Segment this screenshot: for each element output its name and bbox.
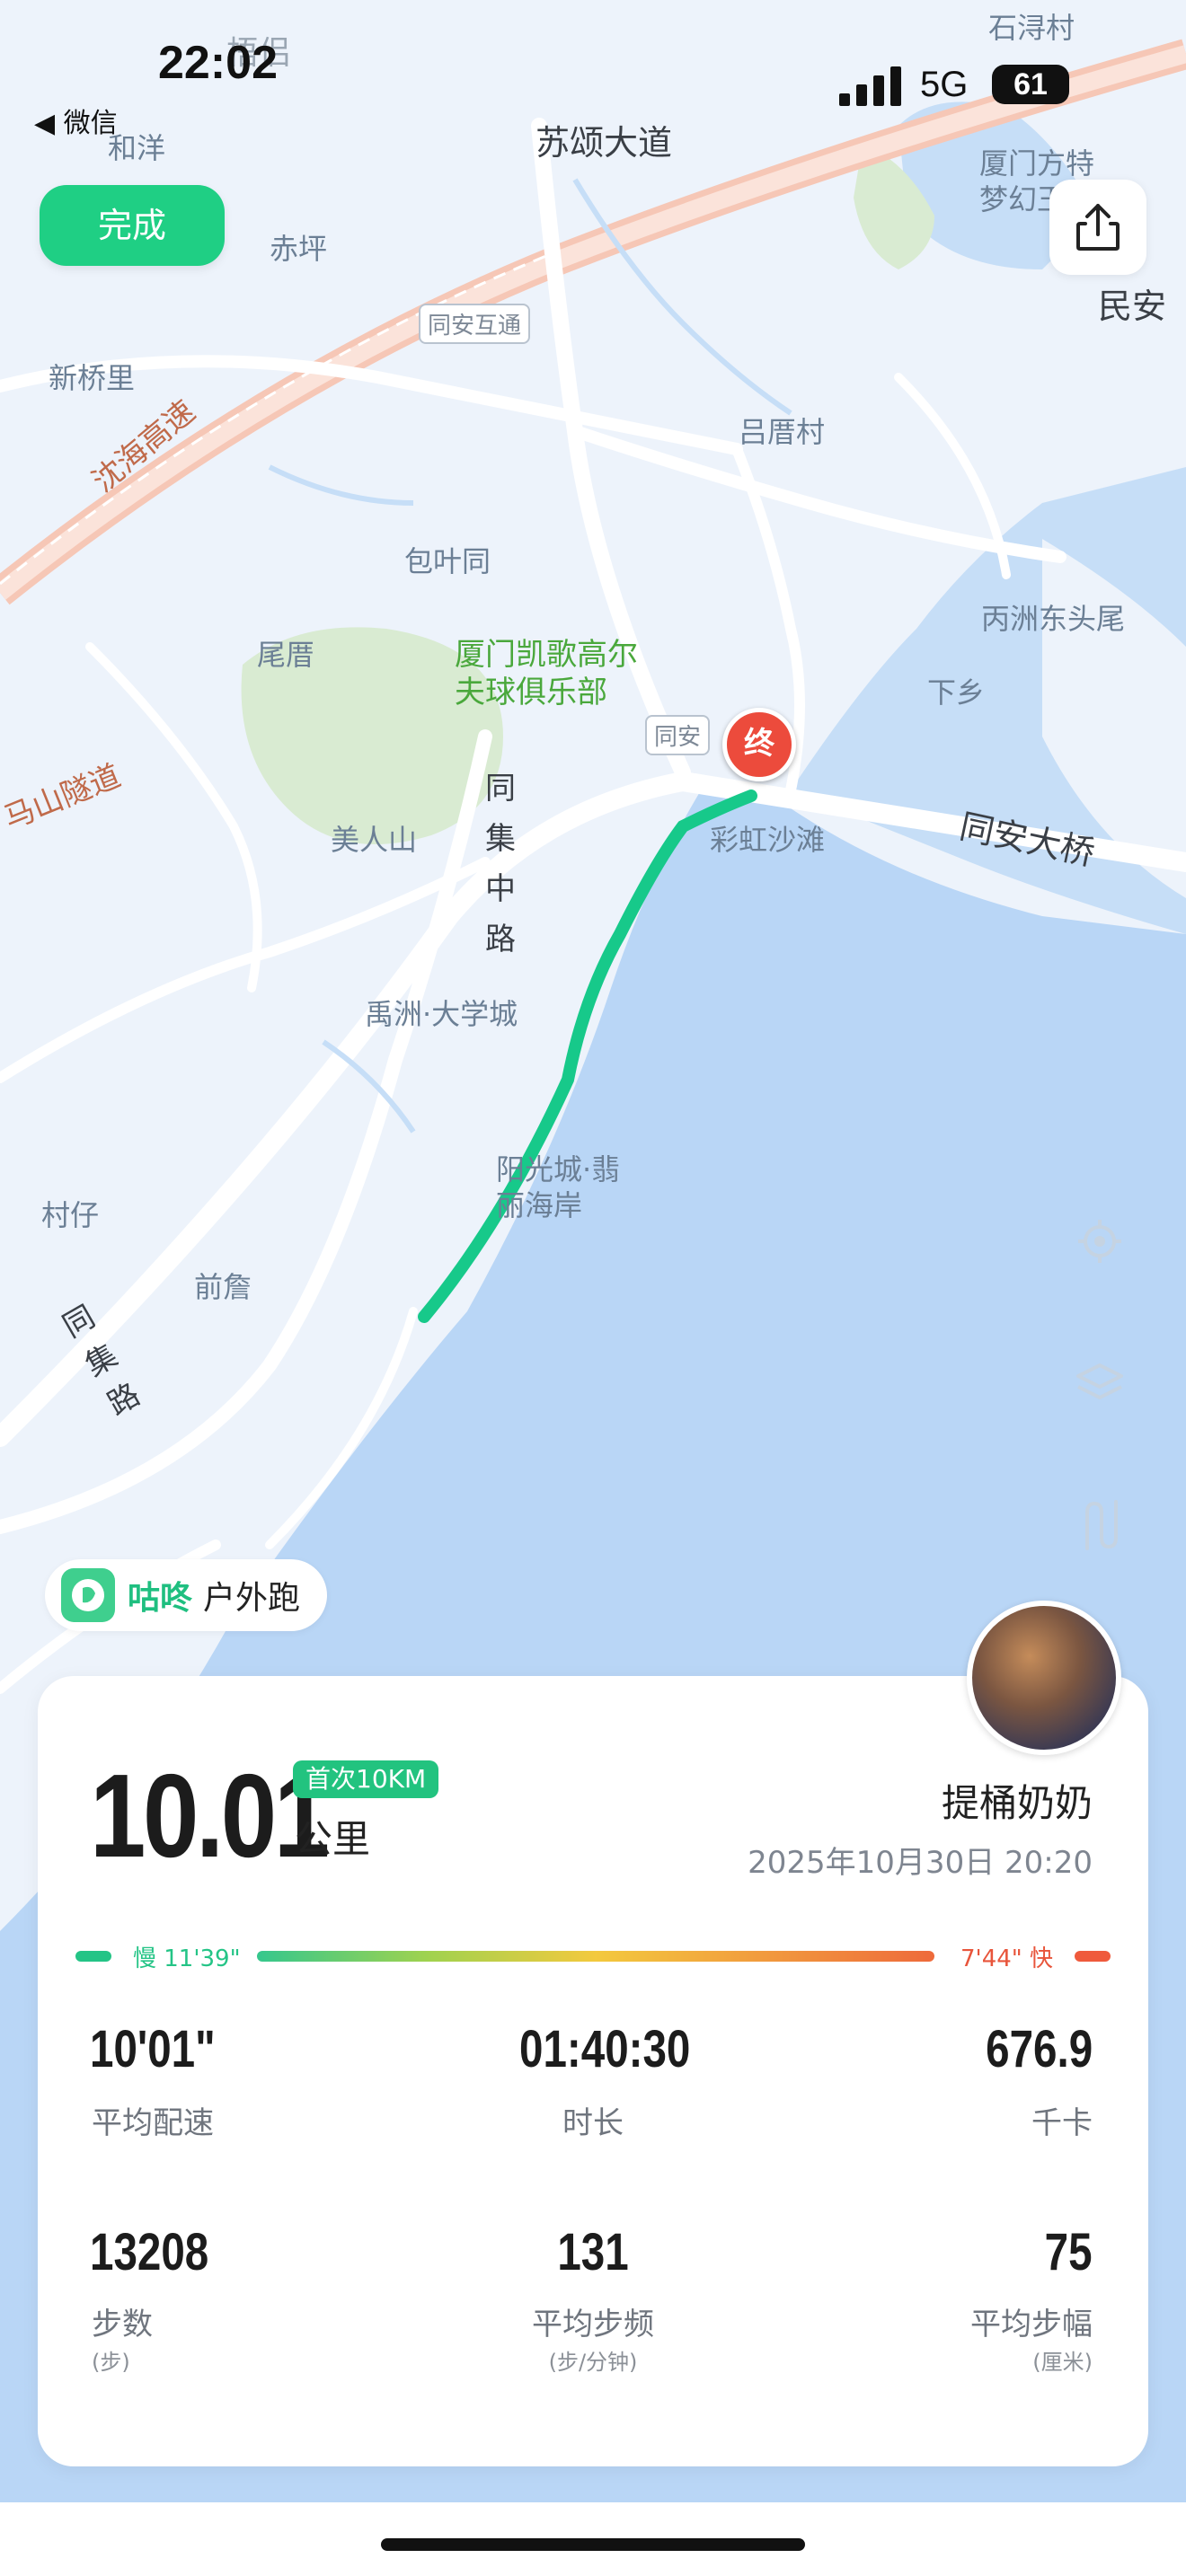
- pace-slow-label: 慢 11'39": [133, 1945, 241, 1972]
- layers-icon: [1076, 1363, 1123, 1399]
- network-type: 5G: [920, 65, 969, 104]
- map-label-shixuncun: 石浔村: [988, 11, 1075, 45]
- cellular-signal-icon: [839, 66, 901, 106]
- cadence-value: 131: [557, 2223, 629, 2281]
- distance-unit: 公里: [295, 1817, 371, 1861]
- calories-label: 千卡: [1031, 2105, 1093, 2141]
- map-label-suming-road: 苏颂大道: [535, 123, 673, 163]
- brand-badge: 咕咚 户外跑: [45, 1559, 328, 1631]
- map-label-yuzhou-university-city: 禹洲·大学城: [365, 997, 518, 1031]
- cadence-unit: (步/分钟): [548, 2350, 638, 2375]
- layers-button[interactable]: [1053, 1337, 1146, 1430]
- user-name: 提桶奶奶: [941, 1781, 1093, 1825]
- map-label-tongji-middle-road: 同 集 中 路: [485, 771, 516, 957]
- pace-fast-label: 7'44" 快: [960, 1945, 1053, 1972]
- pace-legend: 慢 11'39" 7'44" 快: [75, 1938, 1111, 1974]
- pace-gradient-bar: [257, 1951, 934, 1962]
- pace-slow-swatch: [75, 1951, 111, 1962]
- stride-unit: (厘米): [1032, 2350, 1093, 2375]
- codoon-logo-icon: [61, 1568, 115, 1622]
- battery-indicator: 61: [992, 65, 1069, 104]
- duration-label: 时长: [562, 2105, 624, 2141]
- map-label-chiping: 赤坪: [270, 232, 328, 266]
- cadence-label: 平均步频: [532, 2307, 654, 2342]
- home-indicator[interactable]: [381, 2538, 805, 2551]
- done-button[interactable]: 完成: [40, 185, 225, 266]
- locate-button[interactable]: [1053, 1195, 1146, 1288]
- route-icon: [1085, 1500, 1118, 1550]
- map-label-baoyetong: 包叶同: [404, 544, 491, 578]
- distance-value: 10.01: [90, 1750, 330, 1882]
- map-label-minan: 民安: [1098, 287, 1167, 326]
- map-label-lvcuocun: 吕厝村: [739, 415, 826, 449]
- stride-value: 75: [1045, 2223, 1093, 2281]
- calories-value: 676.9: [985, 2020, 1093, 2078]
- map-label-xinqiaoli: 新桥里: [49, 361, 136, 395]
- map-label-caihong-beach: 彩虹沙滩: [710, 823, 826, 857]
- brand-name: 咕咚: [128, 1580, 193, 1617]
- run-datetime: 2025年10月30日 20:20: [748, 1845, 1093, 1881]
- route-end-marker[interactable]: 终: [722, 708, 796, 781]
- duration-value: 01:40:30: [519, 2020, 691, 2078]
- avg-pace-label: 平均配速: [92, 2105, 214, 2141]
- map-label-weicuo: 尾厝: [257, 638, 315, 672]
- share-button[interactable]: [1049, 180, 1146, 275]
- map-label-tongan-tag: 同安: [645, 715, 711, 755]
- map-label-meirenshan: 美人山: [331, 823, 418, 857]
- route-toggle-button[interactable]: [1053, 1478, 1146, 1572]
- map-label-golf-club: 厦门凯歌高尔 夫球俱乐部: [455, 637, 638, 710]
- map-label-cunzai: 村仔: [41, 1198, 100, 1232]
- steps-value: 13208: [90, 2223, 209, 2281]
- back-to-app-link[interactable]: ◀ 微信: [34, 101, 118, 140]
- status-time: 22:02: [158, 37, 278, 89]
- stride-label: 平均步幅: [970, 2307, 1093, 2342]
- map-label-qianzhan: 前詹: [194, 1270, 252, 1304]
- avatar[interactable]: [967, 1601, 1121, 1755]
- map-label-yangguangcheng: 阳光城·翡 丽海岸: [496, 1152, 621, 1222]
- share-icon: [1076, 204, 1120, 251]
- steps-label: 步数: [92, 2307, 153, 2342]
- first-10km-badge: 首次10KM: [293, 1760, 439, 1798]
- map-label-bingzhou: 丙洲东头尾: [981, 602, 1126, 636]
- steps-unit: (步): [92, 2350, 130, 2375]
- map-label-tongan-interchange: 同安互通: [419, 304, 531, 344]
- map-label-xiaxiang: 下乡: [927, 675, 986, 710]
- locate-icon: [1078, 1220, 1121, 1263]
- activity-mode: 户外跑: [203, 1580, 301, 1617]
- pace-fast-swatch: [1075, 1951, 1111, 1962]
- avg-pace-value: 10'01": [90, 2020, 216, 2078]
